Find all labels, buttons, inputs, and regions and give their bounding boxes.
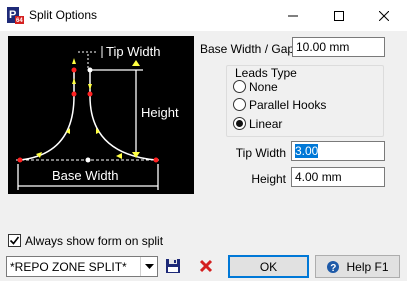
radio-parallel-hooks-label[interactable]: Parallel Hooks [249, 98, 326, 112]
tip-width-input[interactable]: 3.00 [291, 141, 385, 161]
tip-width-label: Tip Width [106, 44, 160, 59]
base-width-gap-label: Base Width / Gap [200, 42, 295, 56]
ok-button-label: OK [259, 259, 278, 274]
tip-width-value: 3.00 [295, 144, 319, 158]
always-show-checkbox[interactable] [8, 234, 21, 247]
help-button[interactable]: ? Help F1 [315, 255, 400, 278]
radio-none-label[interactable]: None [249, 80, 278, 94]
arrow-marker [116, 153, 122, 159]
floppy-disk-icon [166, 259, 180, 273]
svg-text:?: ? [331, 263, 337, 274]
delete-preset-button[interactable] [196, 256, 216, 276]
base-width-label: Base Width [52, 168, 118, 183]
save-preset-button[interactable] [163, 256, 183, 276]
checkmark-icon [9, 236, 20, 245]
lead-node [87, 67, 93, 73]
height-label: Height [251, 172, 286, 186]
help-button-label: Help F1 [346, 259, 389, 274]
close-icon [379, 10, 389, 21]
height-value: 4.00 mm [295, 170, 342, 184]
svg-text:64: 64 [16, 18, 23, 24]
height-label: Height [141, 105, 179, 120]
title-bar: P 64 Split Options [0, 0, 407, 31]
maximize-icon [334, 10, 344, 21]
preset-combo[interactable]: *REPO ZONE SPLIT* [6, 256, 158, 277]
combo-dropdown-button[interactable] [140, 257, 157, 276]
base-width-gap-value: 10.00 mm [296, 40, 350, 54]
arrow-marker [72, 78, 76, 84]
lead-node [17, 157, 23, 163]
close-button[interactable] [361, 0, 407, 31]
base-width-gap-input[interactable]: 10.00 mm [292, 37, 385, 57]
always-show-label[interactable]: Always show form on split [25, 234, 163, 248]
chevron-down-icon [144, 263, 154, 269]
maximize-button[interactable] [316, 0, 362, 31]
height-input[interactable]: 4.00 mm [291, 167, 385, 187]
lead-node [71, 91, 77, 97]
arrow-marker [72, 58, 76, 64]
lead-node [71, 67, 77, 73]
radio-none[interactable] [233, 80, 246, 93]
red-x-delete-icon [199, 259, 213, 273]
left-lead-path [19, 70, 75, 161]
arrow-marker [132, 60, 140, 66]
window-title: Split Options [29, 8, 98, 22]
radio-linear[interactable] [233, 117, 246, 130]
minimize-icon [288, 15, 298, 16]
split-preview-svg: Tip Width Height Base Width [16, 44, 179, 190]
split-preview-diagram: Tip Width Height Base Width [8, 36, 194, 194]
tip-width-label: Tip Width [235, 146, 286, 160]
lead-node [85, 157, 91, 163]
lead-node [87, 91, 93, 97]
preset-combo-value: *REPO ZONE SPLIT* [10, 260, 127, 274]
leads-type-title: Leads Type [232, 66, 300, 80]
p64-app-icon: P 64 [7, 7, 24, 24]
lead-node [153, 157, 159, 163]
arrow-marker [88, 84, 92, 90]
ok-button[interactable]: OK [228, 255, 309, 278]
radio-parallel-hooks[interactable] [233, 98, 246, 111]
minimize-button[interactable] [270, 0, 316, 31]
help-question-icon: ? [327, 260, 340, 274]
radio-linear-label[interactable]: Linear [249, 117, 282, 131]
